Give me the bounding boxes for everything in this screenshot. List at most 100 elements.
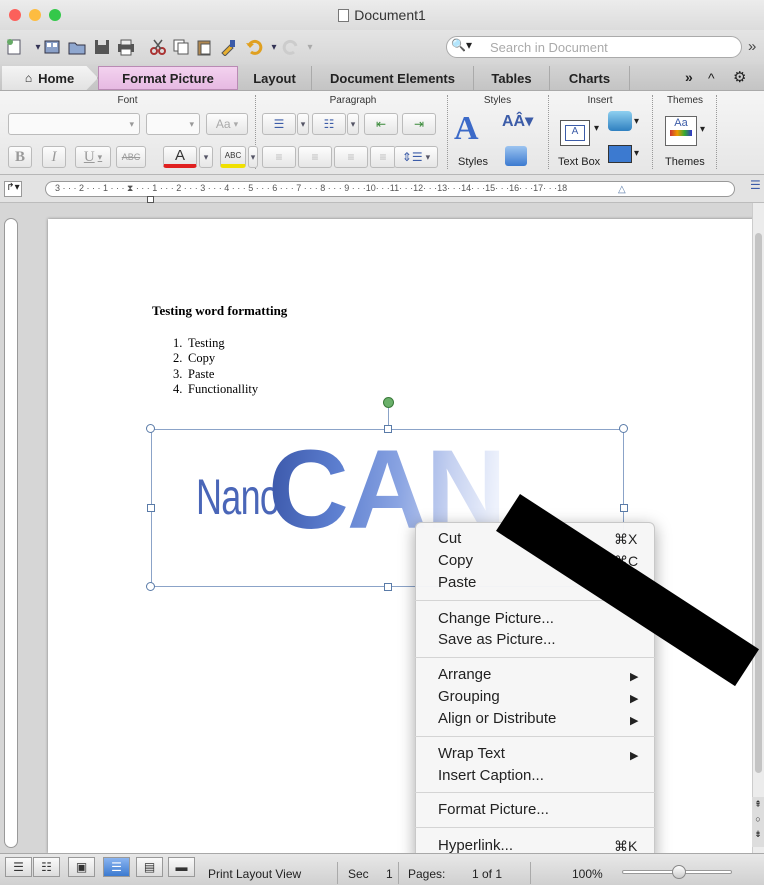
focus-view-icon[interactable]: ▬ — [168, 857, 195, 877]
tab-home[interactable]: ⌂ Home — [2, 66, 98, 90]
document-heading[interactable]: Testing word formatting — [152, 303, 287, 319]
redo-dropdown-icon[interactable]: ▾ — [300, 37, 320, 57]
menu-item-format-picture[interactable]: Format Picture... — [438, 801, 549, 818]
collapse-ribbon-icon[interactable]: ^ — [708, 70, 715, 86]
strikethrough-button[interactable]: ABC — [116, 146, 146, 168]
resize-handle-e[interactable] — [620, 504, 628, 512]
grow-font-button[interactable]: Aa ▾ — [206, 113, 248, 135]
text-box-icon[interactable]: A — [560, 120, 590, 146]
menu-item-paste[interactable]: Paste — [438, 574, 476, 591]
redo-icon[interactable] — [280, 37, 300, 57]
resize-handle-n[interactable] — [384, 425, 392, 433]
highlight-button[interactable]: ABC — [220, 146, 246, 168]
search-icon[interactable]: 🔍▾ — [451, 38, 472, 52]
shapes-dropdown[interactable]: ▾ — [634, 116, 639, 127]
publishing-layout-icon[interactable]: ▣ — [68, 857, 95, 877]
tab-layout[interactable]: Layout — [238, 66, 312, 90]
decrease-indent-button[interactable]: ⇤ — [364, 113, 398, 135]
styles-pane-icon[interactable] — [505, 146, 527, 166]
right-indent-marker[interactable]: △ — [618, 184, 626, 195]
styles-icon: A — [454, 110, 479, 147]
bold-button[interactable]: B — [8, 146, 32, 168]
list-item[interactable]: 1. Testing — [173, 336, 225, 351]
draft-view-icon[interactable]: ☰ — [5, 857, 32, 877]
zoom-slider-thumb[interactable] — [672, 865, 686, 879]
bullets-button[interactable]: ☰ — [262, 113, 296, 135]
resize-handle-nw[interactable] — [146, 424, 155, 433]
scrollbar-thumb[interactable] — [755, 233, 762, 773]
menu-item-grouping[interactable]: Grouping — [438, 688, 500, 705]
styles-button[interactable]: A — [454, 110, 494, 150]
align-right-button[interactable]: ≡ — [334, 146, 368, 168]
save-icon[interactable] — [92, 37, 112, 57]
gear-icon[interactable]: ⚙ — [733, 68, 746, 86]
underline-button[interactable]: U ▾ — [75, 146, 111, 168]
increase-indent-button[interactable]: ⇥ — [402, 113, 436, 135]
align-left-button[interactable]: ≡ — [262, 146, 296, 168]
group-divider — [652, 95, 653, 169]
font-group-label: Font — [117, 95, 138, 106]
left-indent-marker[interactable] — [147, 196, 154, 203]
tab-document-elements[interactable]: Document Elements — [312, 66, 474, 90]
menu-item-insert-caption[interactable]: Insert Caption... — [438, 767, 544, 784]
themes-dropdown[interactable]: ▾ — [700, 124, 705, 135]
align-center-button[interactable]: ≡ — [298, 146, 332, 168]
list-item[interactable]: 4. Functionallity — [173, 382, 258, 397]
vertical-scrollbar[interactable] — [752, 203, 764, 853]
justify-button[interactable]: ≡ — [370, 146, 396, 168]
justify-icon: ≡ — [379, 150, 387, 164]
resize-handle-s[interactable] — [384, 583, 392, 591]
text-box-dropdown[interactable]: ▾ — [594, 123, 599, 134]
template-gallery-icon[interactable] — [42, 37, 62, 57]
cut-icon[interactable] — [148, 37, 168, 57]
paste-icon[interactable] — [194, 37, 214, 57]
change-case-icon[interactable]: AÂ▾ — [502, 111, 533, 131]
font-name-select[interactable]: ▾ — [8, 113, 140, 135]
list-item[interactable]: 2. Copy — [173, 351, 215, 366]
tab-tables[interactable]: Tables — [474, 66, 550, 90]
menu-item-change-picture[interactable]: Change Picture... — [438, 610, 554, 627]
bullets-dropdown[interactable]: ▾ — [297, 113, 309, 135]
resize-handle-sw[interactable] — [146, 582, 155, 591]
page-navigation-buttons[interactable]: ⇞ ○ ⇟ — [752, 797, 764, 847]
vertical-ruler[interactable] — [4, 218, 18, 848]
menu-item-cut[interactable]: Cut — [438, 530, 461, 547]
text-color-dropdown[interactable]: ▾ — [199, 146, 213, 168]
more-tabs-icon[interactable]: » — [685, 69, 693, 85]
notebook-layout-icon[interactable]: ▤ — [136, 857, 163, 877]
tab-charts[interactable]: Charts — [550, 66, 630, 90]
italic-button[interactable]: I — [42, 146, 66, 168]
shapes-icon[interactable] — [608, 111, 632, 131]
line-spacing-button[interactable]: ⇕☰ ▾ — [394, 146, 438, 168]
list-item[interactable]: 3. Paste — [173, 367, 214, 382]
numbering-button[interactable]: ☷ — [312, 113, 346, 135]
menu-item-copy[interactable]: Copy — [438, 552, 473, 569]
picture-dropdown[interactable]: ▾ — [634, 148, 639, 159]
menu-item-hyperlink[interactable]: Hyperlink... — [438, 837, 513, 854]
print-layout-view-icon[interactable]: ☰ — [103, 857, 130, 877]
print-icon[interactable] — [116, 37, 136, 57]
font-size-select[interactable]: ▾ — [146, 113, 200, 135]
text-color-button[interactable]: A — [163, 146, 197, 168]
open-folder-icon[interactable] — [67, 37, 87, 57]
tab-stop-selector[interactable]: ↱▾ — [4, 181, 22, 197]
ruler-toggle-icon[interactable]: ☰ — [750, 178, 761, 192]
menu-item-save-as-picture[interactable]: Save as Picture... — [438, 631, 556, 648]
resize-handle-w[interactable] — [147, 504, 155, 512]
numbering-dropdown[interactable]: ▾ — [347, 113, 359, 135]
format-painter-icon[interactable] — [218, 37, 238, 57]
resize-handle-ne[interactable] — [619, 424, 628, 433]
toolbar-overflow-icon[interactable]: » — [748, 38, 756, 55]
menu-item-wrap-text[interactable]: Wrap Text — [438, 745, 505, 762]
menu-item-align-or-distribute[interactable]: Align or Distribute — [438, 710, 556, 727]
themes-button[interactable]: Aa — [665, 116, 697, 146]
tab-format-picture[interactable]: Format Picture — [98, 66, 238, 90]
menu-item-arrange[interactable]: Arrange — [438, 666, 491, 683]
outline-view-icon[interactable]: ☷ — [33, 857, 60, 877]
undo-icon[interactable] — [245, 37, 265, 57]
picture-icon[interactable] — [608, 145, 632, 163]
copy-icon[interactable] — [171, 37, 191, 57]
rotation-handle[interactable] — [383, 397, 394, 408]
new-document-icon[interactable] — [4, 37, 24, 57]
highlight-dropdown[interactable]: ▾ — [248, 146, 258, 168]
